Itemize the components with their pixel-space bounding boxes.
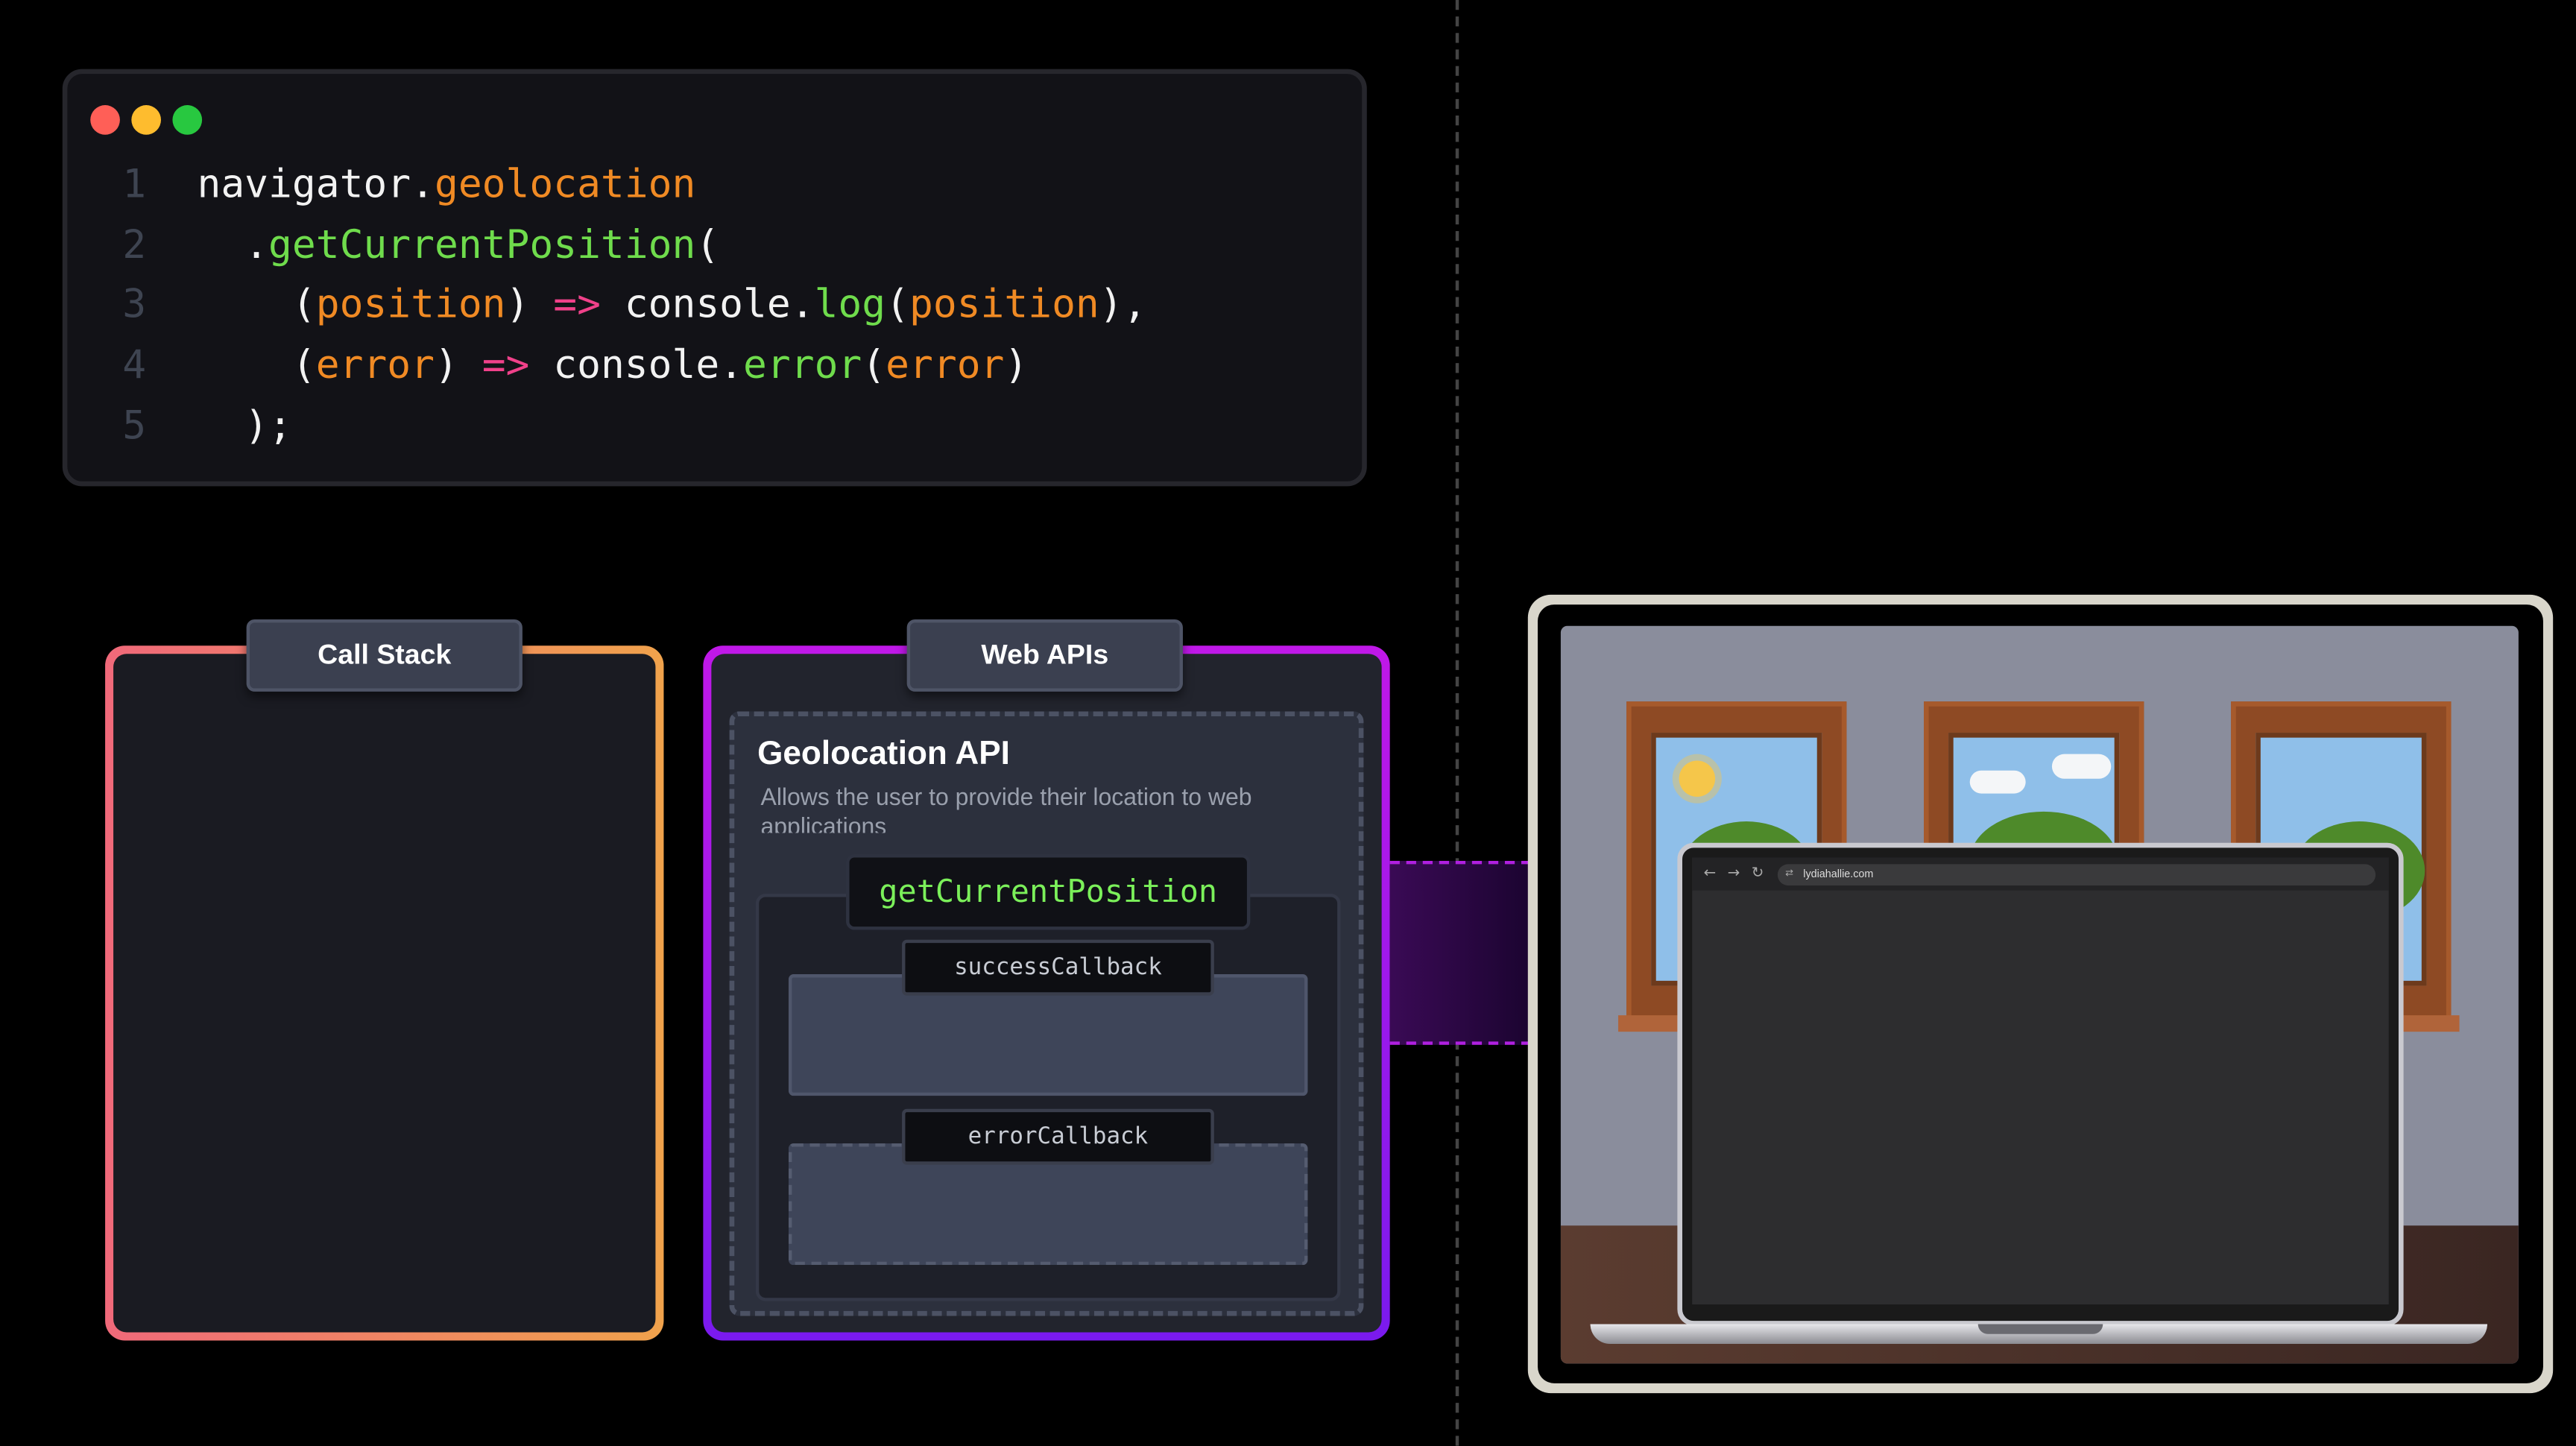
code-token: error xyxy=(315,341,435,388)
site-settings-icon[interactable]: ⇄ xyxy=(1785,863,1793,885)
code-token: getCurrentPosition xyxy=(268,221,696,268)
code-line: navigator.geolocation xyxy=(197,154,695,213)
code-token: ( xyxy=(695,221,720,268)
forward-arrow-icon[interactable]: → xyxy=(1728,866,1740,883)
code-token: geolocation xyxy=(434,161,696,207)
get-current-position-label: getCurrentPosition xyxy=(846,854,1251,930)
code-token: . xyxy=(197,221,269,268)
geolocation-api-title: Geolocation API xyxy=(757,736,1010,772)
code-token: ( xyxy=(197,281,316,328)
error-callback-label: errorCallback xyxy=(902,1108,1214,1165)
code-line: (error) => console.error(error) xyxy=(197,335,1028,394)
sun-icon xyxy=(1679,760,1716,797)
code-token: ( xyxy=(862,341,886,388)
code-editor-window: 1 navigator.geolocation 2 .getCurrentPosit… xyxy=(62,69,1367,487)
laptop-screen: ← → ↻ ⇄ lydiahallie.com xyxy=(1692,857,2389,1305)
api-browser-connector xyxy=(1389,860,1532,1045)
line-number: 2 xyxy=(122,221,147,268)
address-bar[interactable]: ⇄ lydiahallie.com xyxy=(1777,863,2376,885)
line-number: 4 xyxy=(122,341,147,388)
code-token: console. xyxy=(529,341,744,388)
code-token: position xyxy=(909,281,1099,328)
code-token: ) xyxy=(1004,341,1029,388)
browser-toolbar: ← → ↻ ⇄ lydiahallie.com xyxy=(1692,857,2389,891)
code-token: ( xyxy=(886,281,910,328)
code-token: ) xyxy=(434,341,482,388)
code-token: ); xyxy=(197,402,292,449)
code-token: => xyxy=(482,341,530,388)
code-line: .getCurrentPosition( xyxy=(197,215,719,274)
minimize-dot-icon xyxy=(131,105,162,135)
maximize-dot-icon xyxy=(172,105,203,135)
code-line: (position) => console.log(position), xyxy=(197,275,1147,334)
laptop: ← → ↻ ⇄ lydiahallie.com xyxy=(1677,842,2404,1326)
line-number: 5 xyxy=(122,402,147,449)
web-apis-label: Web APIs xyxy=(906,619,1183,692)
code-token: ), xyxy=(1099,281,1147,328)
code-token: console. xyxy=(600,281,815,328)
call-stack-body xyxy=(113,654,656,1333)
section-divider xyxy=(1455,0,1459,1446)
cloud-icon xyxy=(2051,754,2112,779)
call-stack-panel xyxy=(105,645,664,1341)
code-token: ( xyxy=(197,341,316,388)
address-bar-url: lydiahallie.com xyxy=(1803,868,1874,880)
geolocation-api-description: Allows the user to provide their locatio… xyxy=(760,785,1252,833)
code-token: => xyxy=(553,281,601,328)
line-number: 1 xyxy=(122,161,147,207)
code-token: navigator. xyxy=(197,161,435,207)
code-line: ); xyxy=(197,396,292,455)
code-token: error xyxy=(886,341,1005,388)
close-dot-icon xyxy=(90,105,120,135)
reload-icon[interactable]: ↻ xyxy=(1752,866,1764,883)
success-callback-label: successCallback xyxy=(902,939,1214,996)
cloud-icon xyxy=(1969,770,2026,794)
code-token: position xyxy=(315,281,506,328)
code-token: error xyxy=(743,341,862,388)
line-number: 3 xyxy=(122,281,147,328)
laptop-notch xyxy=(1977,1324,2103,1334)
code-token: log xyxy=(814,281,886,328)
back-arrow-icon[interactable]: ← xyxy=(1704,866,1717,883)
code-token: ) xyxy=(505,281,554,328)
call-stack-label: Call Stack xyxy=(246,619,523,692)
